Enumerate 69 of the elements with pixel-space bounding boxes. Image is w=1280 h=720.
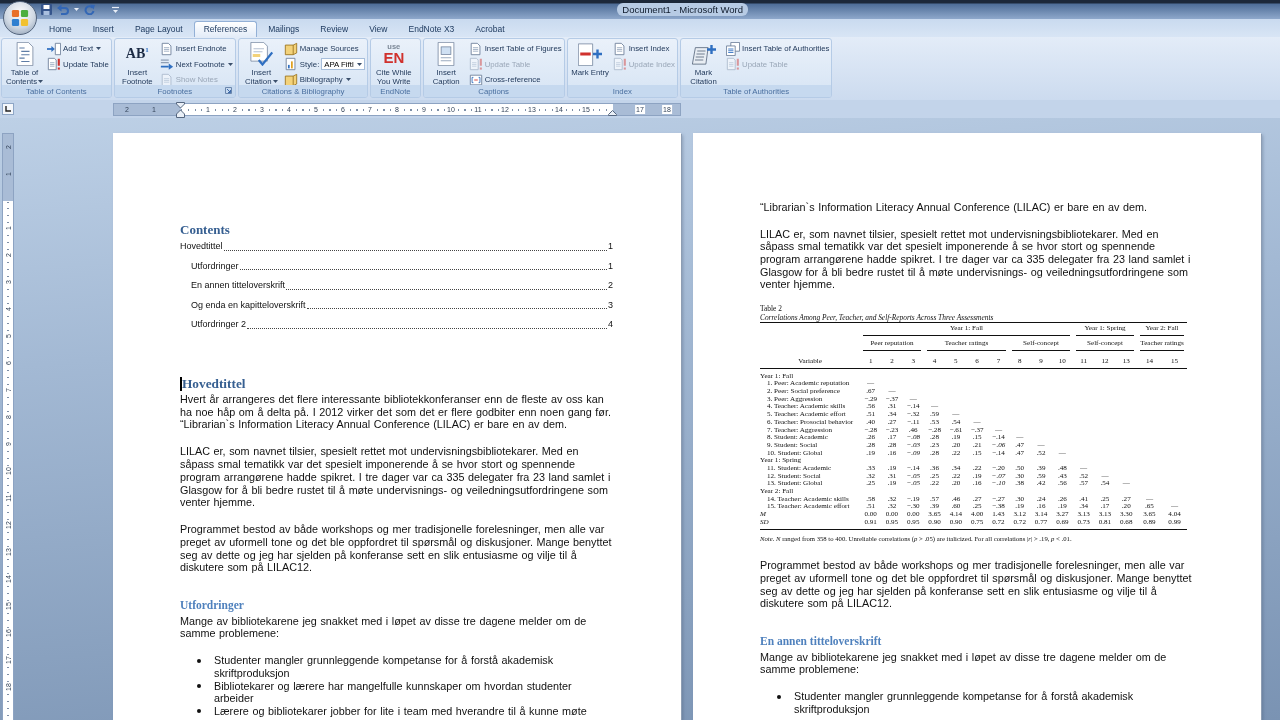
book-icon (283, 72, 298, 87)
ribbon-tab[interactable]: Acrobat (465, 21, 515, 37)
page-arrow-icon (47, 41, 61, 56)
stacked-pages-icon (726, 41, 741, 56)
ribbon-tab[interactable]: View (359, 21, 398, 37)
paragraph: LILAC er, som navnet tilsier, spesielt rettet mot undervisningsbibliotekarer. Med en såpass smal tematikk var det spesielt imponerende å se hvor stort og spennende program arrangørene hadde spikret. I tre dager var ca 335 delegater fra 23 land samlet i Glasgow for å bli bedre rustet til å møte undervisnings- og veiledningsutfordringene som venter hjemme. (180, 445, 612, 509)
book-icon (283, 41, 298, 56)
paragraph: Programmet bestod av både workshops og mer tradisjonelle forelesninger, men alle var preget av uformell tone og det ble oppfordret til spørsmål og diskusjoner. Mange benyttet seg av dette og jeg har sjelden på konferanse sett en slik entusiasme og vilje til å diskutere som på LILAC12. (180, 523, 613, 575)
page-exclamation-icon (468, 57, 483, 72)
l-shape-icon (5, 106, 11, 112)
ribbon-tab[interactable]: Review (310, 21, 359, 37)
ribbon-tab[interactable]: Page Layout (124, 21, 193, 37)
toc-entry[interactable]: Og enda en kapitteloverskrift (191, 299, 306, 311)
paragraph: Mange av bibliotekarene jeg snakket med i løpet av disse tre dagene melder om de samme problemene: (760, 650, 1168, 677)
paragraph: “Librarian`s Information Literacy Annual Conference (LILAC) er bare en av dem. (760, 200, 1149, 214)
list-item-text: Bibliotekarer og lærere har mangelfulle kunnskaper om hvordan studenter arbeider (214, 679, 573, 705)
paragraph: LILAC er, som navnet tilsier, spesielt rettet mot undervisningsbibliotekarer. Med en såpass smal tematikk var det spesielt imponerende å se hvor stort og spennende program arrangørene hadde spikret. I tre dager var ca 335 delegater fra 23 land samlet i Glasgow for å bli bedre rustet til å møte undervisnings- og veiledningsutfordringene som venter hjemme. (760, 227, 1192, 291)
dialog-launcher-icon[interactable] (224, 87, 232, 94)
paragraph: Programmet bestod av både workshops og mer tradisjonelle forelesninger, men alle var preget av uformell tone og det ble oppfordret til spørsmål og diskusjoner. Mange benyttet seg av dette og jeg har sjelden på konferanse sett en slik entusiasme og vilje til å diskutere som på LILAC12. (760, 559, 1193, 611)
ribbon-tab[interactable]: Insert (82, 21, 124, 37)
caret-icon[interactable] (74, 8, 79, 11)
page-icon (468, 41, 483, 56)
document-check-icon (249, 42, 274, 66)
page-number: 1 (608, 260, 613, 272)
four-squares-icon (11, 9, 29, 27)
subheading: En annen titteloverskrift (760, 634, 882, 649)
ribbon-tab[interactable]: Mailings (258, 21, 310, 37)
page-icon (159, 41, 174, 56)
bracket-page-icon (468, 72, 483, 87)
page-number: 2 (608, 280, 613, 292)
bullet-icon (777, 694, 781, 699)
icon-lettering: AB$^{1}$ (125, 45, 149, 63)
page-plus-icon (578, 42, 603, 66)
list-item-text: Lærere og bibliotekarer jobber for lite i team med hverandre til å kunne møte (214, 704, 587, 718)
ribbon-tab[interactable]: Home (39, 21, 82, 37)
page-icon (612, 41, 627, 56)
window-title: Document1 - Microsoft Word (617, 3, 748, 16)
scroll-plus-icon (691, 42, 716, 66)
page-chart-icon (283, 57, 298, 72)
list-item-text: Studenter mangler grunnleggende kompetanse for å forstå akademisk skriftproduksjon (794, 690, 1135, 716)
ribbon-tab[interactable]: References (193, 21, 258, 37)
page-exclamation-icon (612, 57, 627, 72)
list-item-text: Studenter mangler grunnleggende kompetanse for å forstå akademisk skriftproduksjon (214, 654, 555, 680)
caret-icon (357, 62, 363, 66)
indent-marker[interactable] (608, 109, 617, 116)
page-number: 1 (608, 241, 613, 253)
indent-marker[interactable] (176, 101, 185, 118)
page-exclamation-icon (47, 57, 61, 72)
paragraph: Mange av bibliotekarene jeg snakket med i løpet av disse tre dagene melder om de samme problemene: (180, 614, 588, 641)
toc-entry[interactable]: Hovedtittel (180, 241, 223, 253)
toc-entry[interactable]: Utfordringer 2 (191, 319, 247, 331)
bullet-icon (197, 709, 201, 713)
paragraph: Hvert år arrangeres det flere interessante bibliotekkonferanser enn de fleste av oss kan ha noe håp om å delta på. I 2012 virker det som det er flere godbiter enn noen gang før. “Librarian`s Information Literacy Annual Conference (LILAC) er bare en av dem. (180, 393, 612, 432)
heading: Hovedtittel (182, 376, 246, 391)
contents-heading: Contents (180, 223, 230, 237)
caret-icon[interactable] (112, 5, 119, 14)
lines-arrow-icon (159, 57, 174, 72)
page-number: 3 (608, 299, 613, 311)
toc-entry[interactable]: En annen titteloverskrift (191, 280, 286, 292)
tab-selector-button[interactable] (2, 103, 14, 115)
subheading: Utfordringer (180, 598, 244, 613)
page-exclamation-icon (726, 57, 741, 72)
page-number: 4 (608, 319, 613, 331)
bullet-icon (197, 683, 201, 688)
bullet-icon (197, 658, 201, 663)
toc-entry[interactable]: Utfordringer (191, 260, 239, 272)
ribbon-tab[interactable]: EndNote X3 (398, 21, 465, 37)
save-icon[interactable] (41, 4, 52, 15)
page-icon (159, 72, 174, 87)
